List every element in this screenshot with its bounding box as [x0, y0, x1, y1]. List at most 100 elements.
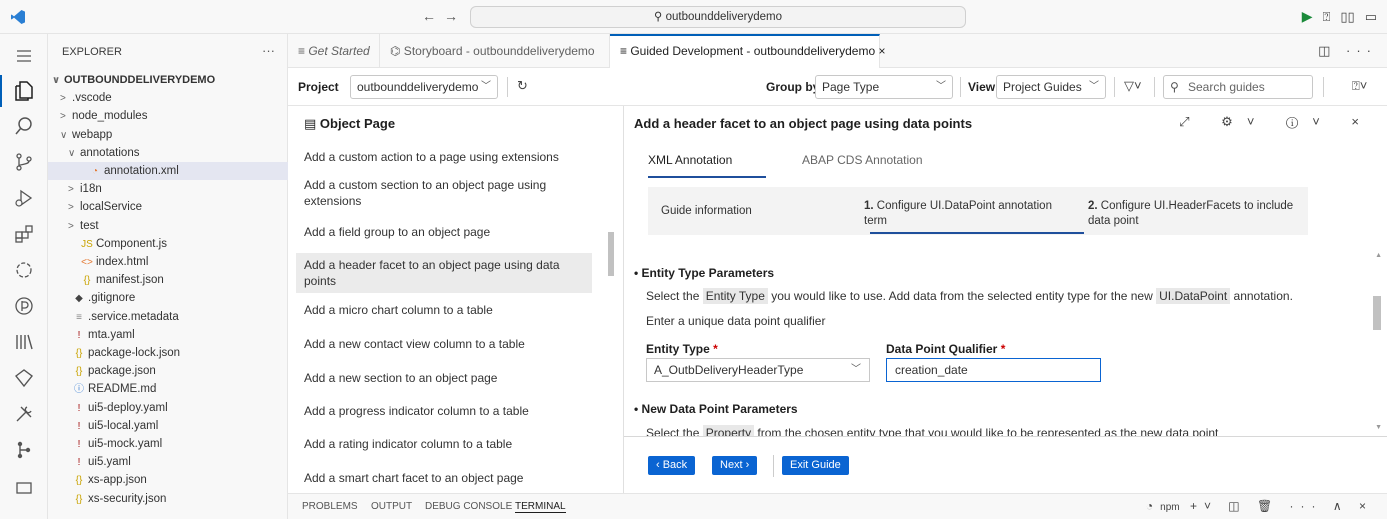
refresh-icon[interactable]: ↻: [517, 78, 528, 94]
tree-item[interactable]: > i18n: [48, 180, 288, 198]
back-button[interactable]: ‹ Back: [648, 456, 696, 475]
accounts-icon[interactable]: [12, 474, 36, 498]
remote-explorer-icon[interactable]: [12, 258, 36, 282]
cloud-foundry-icon[interactable]: [12, 366, 36, 390]
view-select[interactable]: Project Guides ﹀: [996, 75, 1106, 99]
extensions-icon[interactable]: [12, 222, 36, 246]
guide-list-item[interactable]: Add a micro chart column to a table: [296, 298, 592, 322]
required-mark: *: [1000, 342, 1006, 356]
tree-item-label: test: [80, 219, 99, 232]
scroll-down-arrow-icon[interactable]: ▼: [1375, 424, 1382, 431]
tree-item[interactable]: ! ui5.yaml: [48, 453, 288, 471]
tab-abap-cds-annotation[interactable]: ABAP CDS Annotation: [802, 153, 923, 167]
guides-toolbar: Project outbounddeliverydemo ﹀ ↻ Group by…: [288, 68, 1387, 106]
command-center-search[interactable]: ⚲ outbounddeliverydemo: [470, 6, 966, 28]
step-guide-information[interactable]: Guide information: [661, 204, 752, 219]
panel-tab[interactable]: TERMINAL: [515, 501, 566, 513]
editor-actions[interactable]: ◫ ···: [1318, 43, 1377, 59]
tree-item[interactable]: > node_modules: [48, 107, 288, 125]
run-debug-icon[interactable]: [12, 186, 36, 210]
active-tab-indicator: [648, 176, 766, 178]
sap-tools-icon[interactable]: [12, 294, 36, 318]
group-by-select[interactable]: Page Type ﹀: [815, 75, 953, 99]
guide-list-scrollbar[interactable]: [608, 232, 614, 276]
tree-item[interactable]: ∨ annotations: [48, 144, 288, 162]
panel-toggle-icon[interactable]: ▭: [1365, 9, 1377, 25]
guide-list-item[interactable]: Add a smart chart facet to an object pag…: [296, 466, 592, 490]
exit-guide-button[interactable]: Exit Guide: [782, 456, 849, 475]
layout-icon[interactable]: ▯▯: [1340, 9, 1354, 25]
tree-item[interactable]: <> index.html: [48, 253, 288, 271]
file-type-icon: JS: [81, 238, 93, 250]
panel-tab[interactable]: PROBLEMS: [302, 501, 358, 512]
help-icon[interactable]: ⍰˅: [1352, 78, 1367, 94]
tree-item[interactable]: ≡ .service.metadata: [48, 308, 288, 326]
guide-actions[interactable]: ⤢ ⚙˅ ⓘ˅ ×: [1179, 114, 1373, 130]
guide-list-item[interactable]: Add a custom action to a page using exte…: [296, 145, 592, 169]
tree-item[interactable]: ! ui5-local.yaml: [48, 417, 288, 435]
editor-tab[interactable]: ⌬ Storyboard - outbounddeliverydemo: [380, 34, 610, 68]
explorer-title: EXPLORER: [62, 46, 122, 58]
search-icon[interactable]: [12, 114, 36, 138]
run-icon[interactable]: ▶: [1302, 8, 1313, 25]
library-icon[interactable]: [12, 330, 36, 354]
tree-root-folder[interactable]: ∨ OUTBOUNDDELIVERYDEMO: [48, 71, 288, 89]
tree-item[interactable]: ! ui5-deploy.yaml: [48, 399, 288, 417]
explorer-icon[interactable]: [0, 75, 36, 107]
guide-list-item[interactable]: Add a field group to an object page: [296, 220, 592, 244]
tree-item[interactable]: {} package.json: [48, 362, 288, 380]
chevron-down-icon: ﹀: [936, 81, 946, 92]
guide-list-item[interactable]: Add a progress indicator column to a tab…: [296, 399, 592, 423]
tree-item[interactable]: {} xs-app.json: [48, 471, 288, 489]
tree-item[interactable]: {} package-lock.json: [48, 344, 288, 362]
guide-list-item[interactable]: Add a new section to an object page: [296, 366, 592, 390]
project-select[interactable]: outbounddeliverydemo ﹀: [350, 75, 498, 99]
view-value: Project Guides: [1003, 80, 1082, 94]
tree-item[interactable]: ! mta.yaml: [48, 326, 288, 344]
back-forward-arrows-icon[interactable]: ←→: [422, 8, 466, 24]
guide-list-item[interactable]: Add a custom section to an object page u…: [296, 173, 592, 213]
panel-actions[interactable]: ◔npm +˅ ◫ 🗑 ··· ∧ ×: [1146, 499, 1373, 513]
tree-item[interactable]: > test: [48, 217, 288, 235]
tree-item-label: ui5-local.yaml: [88, 419, 159, 432]
file-type-icon: !: [77, 439, 81, 450]
tree-item[interactable]: {} xs-security.json: [48, 490, 288, 508]
tree-item[interactable]: JS Component.js: [48, 235, 288, 253]
tree-item[interactable]: ◆ .gitignore: [48, 289, 288, 307]
guide-list-item[interactable]: Add a rating indicator column to a table: [296, 432, 592, 456]
guide-list-item[interactable]: Add a new contact view column to a table: [296, 332, 592, 356]
step-1[interactable]: 1. Configure UI.DataPoint annotation term: [864, 199, 1052, 229]
entity-type-select[interactable]: A_OutbDeliveryHeaderType ﹀: [646, 358, 870, 382]
tree-item[interactable]: > localService: [48, 198, 288, 216]
step-2[interactable]: 2. Configure UI.HeaderFacets to include d…: [1088, 199, 1293, 229]
tree-item[interactable]: ⓘ README.md: [48, 380, 288, 398]
tree-item[interactable]: ◔ annotation.xml: [48, 162, 288, 180]
source-control-icon[interactable]: [12, 150, 36, 174]
detail-scrollbar[interactable]: [1373, 296, 1381, 330]
guide-list-item[interactable]: Add a header facet to an object page usi…: [296, 253, 592, 293]
editor-tab[interactable]: ≡ Guided Development - outbounddeliveryd…: [610, 34, 886, 68]
search-guides-input[interactable]: ⚲ Search guides: [1163, 75, 1313, 99]
data-point-heading: • New Data Point Parameters: [634, 402, 798, 416]
chevron-down-icon: ﹀: [481, 81, 491, 92]
tree-item[interactable]: ∨ webapp: [48, 126, 288, 144]
next-button[interactable]: Next ›: [712, 456, 758, 475]
filter-icon[interactable]: ▽˅: [1124, 78, 1142, 94]
tree-item-label: ui5-mock.yaml: [88, 438, 163, 450]
panel-tab[interactable]: OUTPUT: [371, 501, 412, 512]
tree-item[interactable]: ! ui5-mock.yaml: [48, 435, 288, 453]
help-icon[interactable]: ⍰: [1323, 9, 1331, 25]
menu-icon[interactable]: [12, 44, 36, 68]
tab-xml-annotation[interactable]: XML Annotation: [648, 153, 732, 167]
tree-item[interactable]: {} manifest.json: [48, 271, 288, 289]
chevron-down-icon: ﹀: [1089, 81, 1099, 92]
tools-icon[interactable]: [12, 402, 36, 426]
scroll-up-arrow-icon[interactable]: ▲: [1375, 252, 1382, 259]
panel-tab[interactable]: DEBUG CONSOLE: [425, 501, 512, 512]
data-point-qualifier-input[interactable]: creation_date: [886, 358, 1101, 382]
tree-item[interactable]: > .vscode: [48, 89, 288, 107]
more-actions-icon[interactable]: ···: [262, 43, 275, 58]
git-graph-icon[interactable]: [12, 438, 36, 462]
vscode-logo-icon: [11, 10, 25, 24]
editor-tab[interactable]: ≡ Get Started: [288, 34, 380, 68]
